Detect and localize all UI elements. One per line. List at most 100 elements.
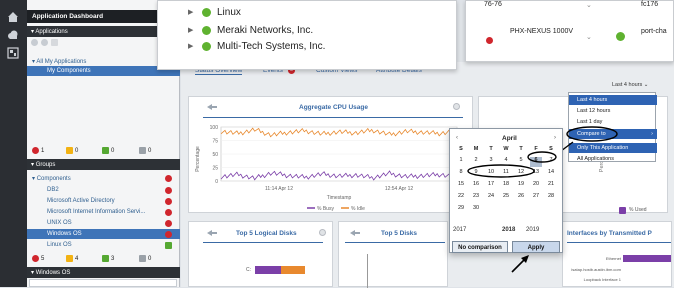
no-comparison-button[interactable]: No comparison [452,241,508,253]
remove-icon[interactable] [41,39,48,46]
disks2-axis [367,254,368,288]
calendar-day[interactable]: 25 [500,193,512,203]
disks2-collapse-icon[interactable] [349,229,361,237]
calendar-day[interactable]: 18 [500,181,512,191]
calendar-day[interactable]: 29 [455,205,467,215]
dashboard-icon[interactable] [7,47,19,59]
vendor-label: Linux [217,6,241,18]
day-highlight-ring [527,151,557,163]
calendar-day[interactable]: 30 [470,205,482,215]
calendar-day[interactable]: 24 [485,193,497,203]
group-item[interactable]: Linux OS [27,240,180,250]
weekday-header: M [473,146,479,152]
expand-icon[interactable]: ▶ [188,26,196,34]
x-tick-label: 12:54 Apr 12 [385,186,414,192]
warning-icon [66,147,73,154]
calendar-day[interactable]: 27 [530,193,542,203]
time-select-value: Last 4 hours [612,82,643,88]
critical-status-icon [165,186,172,194]
iface-row-3: Loopback Interface 1 [583,277,621,282]
menu-all-applications[interactable]: All Applications [569,154,657,164]
calendar-day[interactable]: 15 [455,181,467,191]
group-item[interactable]: DB2 [27,185,180,195]
group-item[interactable]: Windows OS [27,229,180,239]
time-select[interactable]: Last 4 hours ⌄ [612,82,648,88]
disks2-title: Top 5 Disks [381,230,418,237]
normal-count[interactable]: 0 [102,147,114,154]
my-components-label: My Components [47,68,91,74]
disks-help-icon[interactable] [319,229,326,236]
calendar-day[interactable]: 17 [485,181,497,191]
calendar-day[interactable]: 28 [545,193,557,203]
next-month-icon[interactable]: › [554,135,556,141]
vendor-label: Meraki Networks, Inc. [217,24,314,36]
critical-status-icon [165,219,172,227]
calendar-day[interactable]: 14 [545,169,557,179]
iface-row-2: isatap.hostb.austin.ibm.com [571,267,621,272]
year-2018[interactable]: 2018 [502,227,515,233]
weekday-header: T [489,146,493,152]
expand-icon[interactable]: ▶ [188,42,196,50]
disks-title: Top 5 Logical Disks [236,230,297,237]
disks-collapse-icon[interactable] [206,229,218,237]
disk-row-label: C: [246,267,251,273]
apply-arrow [511,255,529,273]
group-item[interactable]: UNIX OS [27,218,180,228]
network-row-2-chevron[interactable]: ⌄ [586,33,592,41]
unknown-icon [139,147,146,154]
group-unknown-count[interactable]: 0 [139,255,151,262]
add-icon[interactable] [31,39,38,46]
calendar-day[interactable]: 26 [515,193,527,203]
group-warning-count[interactable]: 4 [66,255,78,262]
normal-count-value: 0 [111,147,115,154]
vendor-item-meraki[interactable]: ▶ Meraki Networks, Inc. [188,23,313,37]
calendar-day[interactable]: 21 [545,181,557,191]
collapse-icon[interactable] [206,103,218,111]
calendar-day[interactable]: 16 [470,181,482,191]
vendor-item-linux[interactable]: ▶ Linux [188,5,241,19]
windows-os-header[interactable]: ▾ Windows OS [27,267,180,278]
group-normal-count[interactable]: 3 [102,255,114,262]
status-ok-icon [202,7,211,17]
cpu-title: Aggregate CPU Usage [299,104,368,111]
network-row-1-chevron[interactable]: ⌄ [586,1,592,9]
help-icon[interactable] [453,103,460,110]
interfaces-panel: Interfaces by Transmitted P Ethernet isa… [562,221,672,287]
group-item[interactable]: Microsoft Active Directory [27,196,180,206]
group-critical-count[interactable]: 5 [32,255,44,262]
calendar-day[interactable]: 19 [515,181,527,191]
year-2019[interactable]: 2019 [526,227,539,233]
legend-busy-label: % Busy [317,206,334,212]
edit-icon[interactable] [51,39,58,46]
menu-last-4-hours[interactable]: Last 4 hours [569,95,657,105]
critical-status-icon [165,197,172,205]
calendar-day[interactable]: 20 [530,181,542,191]
windows-os-toolbar [29,279,177,287]
group-item-label: UNIX OS [47,220,72,226]
calendar-day[interactable]: 23 [470,193,482,203]
apply-button[interactable]: Apply [512,241,560,253]
warning-count[interactable]: 0 [66,147,78,154]
group-warning-icon [66,255,73,262]
menu-only-this-app[interactable]: Only This Application [569,143,657,153]
group-unknown-value: 0 [148,255,152,262]
cloud-icon[interactable] [7,29,19,41]
year-2017[interactable]: 2017 [453,227,466,233]
components-group[interactable]: ▾ Components [27,173,180,183]
home-icon[interactable] [7,11,19,23]
vendor-item-multitech[interactable]: ▶ Multi-Tech Systems, Inc. [188,39,325,53]
icon-rail [0,0,27,287]
y-tick-label: 100 [210,125,219,131]
calendar-month: April [502,135,517,142]
calendar-day[interactable]: 22 [455,193,467,203]
groups-header[interactable]: ▾ Groups [27,159,180,170]
group-item[interactable]: Microsoft Internet Information Servi... [27,207,180,217]
unknown-count[interactable]: 0 [139,147,151,154]
expand-icon[interactable]: ▶ [188,8,196,16]
prev-month-icon[interactable]: ‹ [456,135,458,141]
disks-panel: Top 5 Logical Disks C: [188,221,333,287]
used-legend-swatch [619,207,626,214]
menu-last-12-hours[interactable]: Last 12 hours [569,106,657,116]
critical-count[interactable]: 1 [32,147,44,154]
app-toolbar [31,39,71,48]
